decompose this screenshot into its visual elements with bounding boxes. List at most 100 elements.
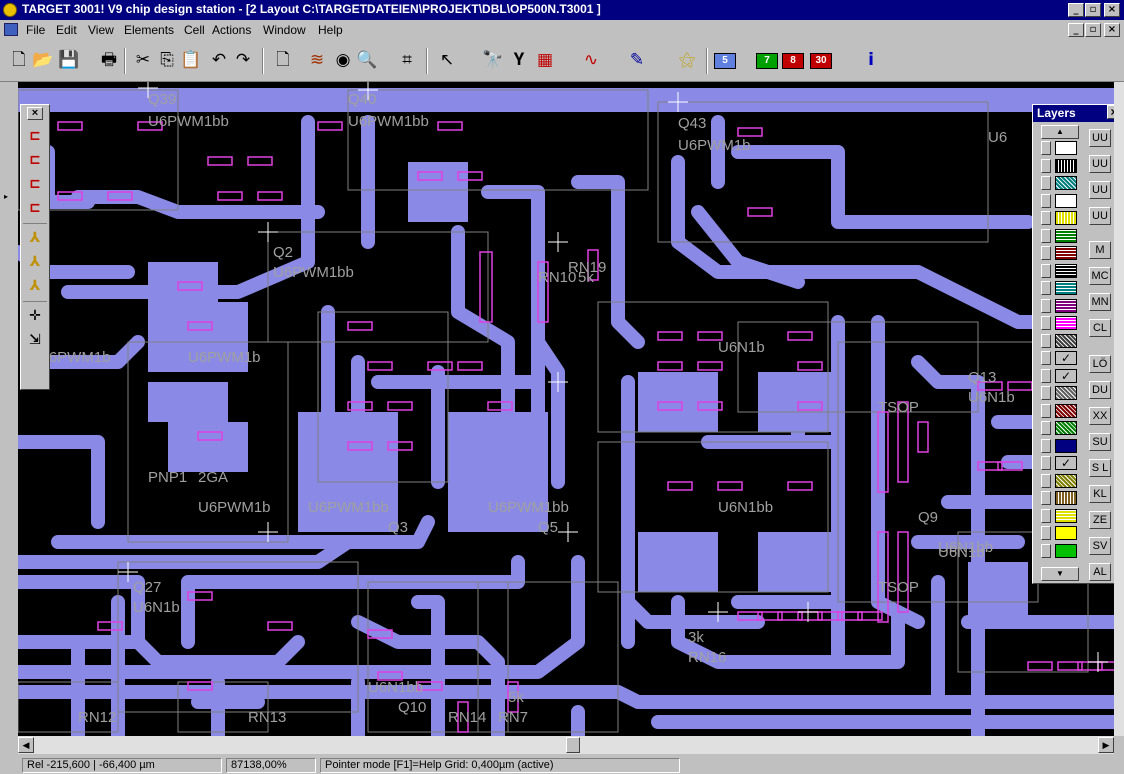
- layer-group-button[interactable]: UU: [1089, 155, 1111, 173]
- layer-visibility-toggle[interactable]: [1041, 193, 1051, 208]
- menu-edit[interactable]: Edit: [56, 23, 77, 37]
- layer-visibility-toggle[interactable]: [1041, 263, 1051, 278]
- layer-visibility-toggle[interactable]: [1041, 491, 1051, 505]
- layer-swatch[interactable]: [1055, 141, 1077, 155]
- zoom-icon[interactable]: 🔍: [356, 48, 378, 72]
- layer-group-button[interactable]: UU: [1089, 129, 1111, 147]
- new-file-icon[interactable]: 🗋: [8, 48, 30, 72]
- dock-arrow-icon[interactable]: ▸: [4, 192, 8, 201]
- select-tool-icon[interactable]: ⇲: [24, 329, 46, 351]
- copy-icon[interactable]: ⎘: [156, 48, 178, 72]
- magic-wand-icon[interactable]: ⚝: [676, 48, 698, 72]
- menu-help[interactable]: Help: [318, 23, 343, 37]
- layer-group-button[interactable]: UU: [1089, 181, 1111, 199]
- layer-swatch[interactable]: [1055, 473, 1077, 488]
- view-eye-icon[interactable]: ◉: [332, 48, 354, 72]
- menu-window[interactable]: Window: [263, 23, 306, 37]
- menu-view[interactable]: View: [88, 23, 114, 37]
- layer-8-button[interactable]: 8: [782, 53, 804, 69]
- layer-swatch[interactable]: ✓: [1055, 351, 1077, 365]
- layer-swatch[interactable]: [1055, 228, 1077, 243]
- layer-visibility-toggle[interactable]: [1041, 333, 1051, 348]
- layers-scroll-down-icon[interactable]: ▼: [1041, 567, 1079, 581]
- horizontal-scrollbar[interactable]: ◀ ▶: [18, 736, 1114, 754]
- new-element-icon[interactable]: 🗋: [272, 48, 294, 72]
- layer-swatch[interactable]: [1055, 211, 1077, 225]
- menu-cell[interactable]: Cell: [184, 23, 205, 37]
- palette-close-button[interactable]: ×: [27, 107, 43, 120]
- layer-visibility-toggle[interactable]: [1041, 316, 1051, 330]
- layer-group-button[interactable]: XX: [1089, 407, 1111, 425]
- pcb-layout[interactable]: Q39 U6PWM1bb Q40 U6PWM1bb Q43 U6PWM1b Q2 U6PWM1…: [18, 82, 1114, 736]
- scroll-thumb[interactable]: [566, 737, 580, 753]
- wire-tool-1-icon[interactable]: ⊏: [24, 125, 46, 147]
- layer-visibility-toggle[interactable]: [1041, 421, 1051, 435]
- zoom-fit-icon[interactable]: ⌗: [396, 48, 418, 72]
- angle-tool-2-icon[interactable]: ⅄: [24, 251, 46, 273]
- layer-group-button[interactable]: LÖ: [1089, 355, 1111, 373]
- layer-group-button[interactable]: SV: [1089, 537, 1111, 555]
- find-icon[interactable]: 🔭: [482, 48, 504, 72]
- layer-swatch[interactable]: ✓: [1055, 368, 1077, 383]
- menu-elements[interactable]: Elements: [124, 23, 174, 37]
- app-icon[interactable]: [3, 3, 17, 17]
- undo-icon[interactable]: ↶: [208, 48, 230, 72]
- crosshair-tool-icon[interactable]: ✛: [24, 305, 46, 327]
- layer-visibility-toggle[interactable]: [1041, 298, 1051, 313]
- layers-3d-icon[interactable]: ≋: [306, 48, 328, 72]
- layers-scroll-up-icon[interactable]: ▲: [1041, 125, 1079, 139]
- wire-tool-2-icon[interactable]: ⊏: [24, 149, 46, 171]
- layer-swatch[interactable]: [1055, 386, 1077, 400]
- maximize-button[interactable]: ▫: [1085, 3, 1101, 17]
- angle-tool-1-icon[interactable]: ⅄: [24, 227, 46, 249]
- layer-visibility-toggle[interactable]: [1041, 351, 1051, 365]
- menu-file[interactable]: File: [26, 23, 45, 37]
- cut-icon[interactable]: ✂: [132, 48, 154, 72]
- layout-canvas[interactable]: Q39 U6PWM1bb Q40 U6PWM1bb Q43 U6PWM1b Q2 U6PWM1…: [18, 82, 1114, 736]
- document-icon[interactable]: [4, 23, 18, 36]
- doc-minimize-button[interactable]: _: [1068, 23, 1084, 37]
- layer-swatch[interactable]: ✓: [1055, 456, 1077, 470]
- layer-visibility-toggle[interactable]: [1041, 508, 1051, 523]
- close-button[interactable]: ×: [1104, 3, 1120, 17]
- layer-swatch[interactable]: [1055, 508, 1077, 523]
- layer-visibility-toggle[interactable]: [1041, 211, 1051, 225]
- layer-group-button[interactable]: DU: [1089, 381, 1111, 399]
- layer-swatch[interactable]: [1055, 491, 1077, 505]
- print-icon[interactable]: 🖶: [98, 48, 120, 72]
- layer-visibility-toggle[interactable]: [1041, 281, 1051, 295]
- layer-visibility-toggle[interactable]: [1041, 543, 1051, 558]
- wire-tool-4-icon[interactable]: ⊏: [24, 197, 46, 219]
- layer-group-button[interactable]: MC: [1089, 267, 1111, 285]
- redo-icon[interactable]: ↷: [232, 48, 254, 72]
- scroll-left-icon[interactable]: ◀: [18, 737, 34, 753]
- package-icon[interactable]: ▦: [534, 48, 556, 72]
- layer-visibility-toggle[interactable]: [1041, 456, 1051, 470]
- layer-swatch[interactable]: [1055, 438, 1077, 453]
- layer-swatch[interactable]: [1055, 281, 1077, 295]
- wire-tool-3-icon[interactable]: ⊏: [24, 173, 46, 195]
- layer-visibility-toggle[interactable]: [1041, 176, 1051, 190]
- vertical-scrollbar[interactable]: [1114, 82, 1124, 736]
- layer-7-button[interactable]: 7: [756, 53, 778, 69]
- layer-swatch[interactable]: [1055, 263, 1077, 278]
- paste-icon[interactable]: 📋: [180, 48, 202, 72]
- layer-swatch[interactable]: [1055, 298, 1077, 313]
- layer-visibility-toggle[interactable]: [1041, 438, 1051, 453]
- layer-swatch[interactable]: [1055, 333, 1077, 348]
- layer-visibility-toggle[interactable]: [1041, 403, 1051, 418]
- layer-visibility-toggle[interactable]: [1041, 246, 1051, 260]
- layer-group-button[interactable]: KL: [1089, 485, 1111, 503]
- layer-visibility-toggle[interactable]: [1041, 526, 1051, 540]
- open-folder-icon[interactable]: 📂: [32, 48, 54, 72]
- doc-restore-button[interactable]: ▫: [1085, 23, 1101, 37]
- menu-actions[interactable]: Actions: [212, 23, 251, 37]
- layer-visibility-toggle[interactable]: [1041, 141, 1051, 155]
- layer-swatch[interactable]: [1055, 526, 1077, 540]
- layer-visibility-toggle[interactable]: [1041, 228, 1051, 243]
- layer-group-button[interactable]: S L: [1089, 459, 1111, 477]
- layer-group-button[interactable]: SU: [1089, 433, 1111, 451]
- layer-group-button[interactable]: CL: [1089, 319, 1111, 337]
- layer-visibility-toggle[interactable]: [1041, 158, 1051, 173]
- layer-visibility-toggle[interactable]: [1041, 473, 1051, 488]
